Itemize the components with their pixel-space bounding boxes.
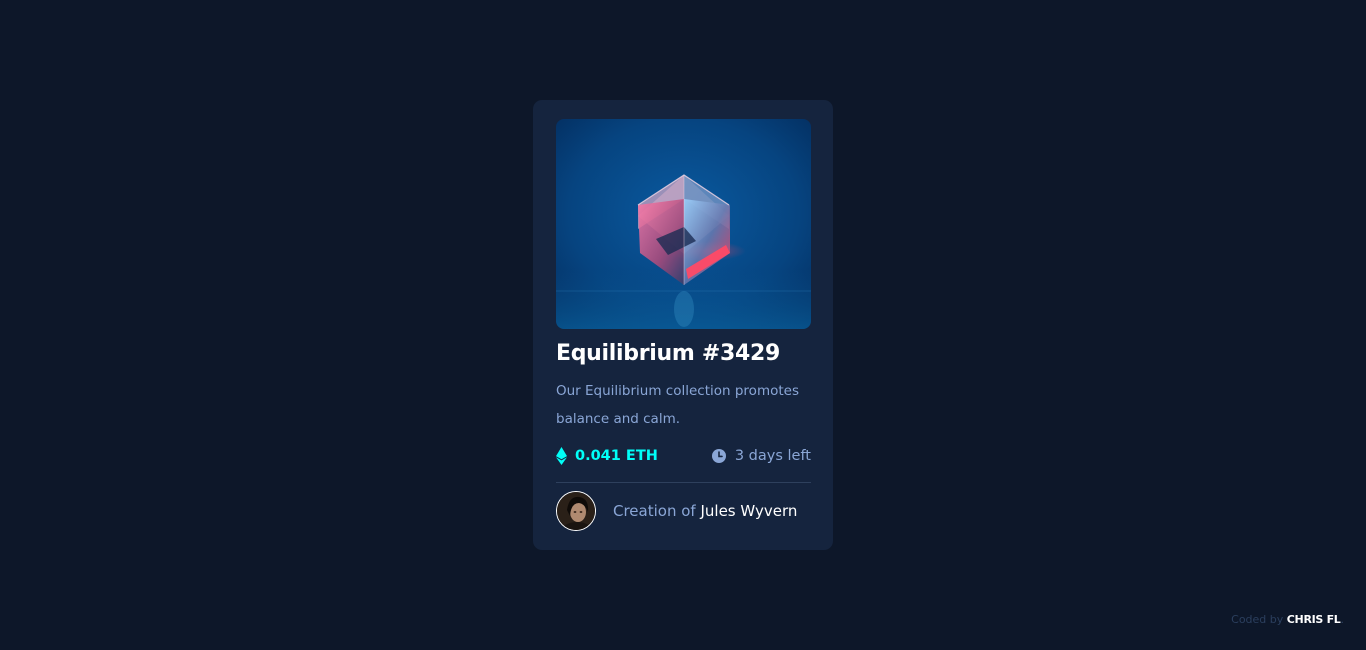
description-line: balance and calm. [556, 411, 681, 427]
footer-attribution: Coded by CHRIS FL. [1231, 613, 1344, 626]
time-left-value: 3 days left [734, 448, 811, 464]
equilibrium-cube-image [556, 119, 811, 329]
nft-title[interactable]: Equilibrium #3429 [556, 341, 811, 367]
description-line: Our Equilibrium collection promotes [556, 383, 799, 399]
avatar [556, 491, 596, 531]
nft-card: Equilibrium #3429 Our Equilibrium collec… [533, 100, 833, 550]
time-left: 3 days left [711, 448, 811, 464]
nft-description: Our Equilibrium collection promotes bala… [556, 377, 811, 433]
creator-name-link[interactable]: Jules Wyvern [700, 502, 797, 520]
ethereum-icon [556, 447, 567, 465]
creator: Creation of Jules Wyvern [556, 491, 811, 531]
creator-text: Creation of Jules Wyvern [613, 502, 797, 520]
divider [556, 482, 811, 483]
creator-prefix: Creation of [613, 502, 696, 520]
nft-meta: 0.041 ETH 3 days left [556, 446, 811, 466]
price-value: 0.041 ETH [575, 448, 658, 464]
price: 0.041 ETH [556, 447, 658, 465]
clock-icon [711, 449, 726, 463]
footer-prefix: Coded by [1231, 613, 1284, 626]
footer-author-link[interactable]: CHRIS FL [1287, 613, 1341, 626]
footer-period: . [1340, 613, 1345, 626]
avatar-image [557, 492, 595, 530]
nft-image[interactable] [556, 119, 811, 329]
